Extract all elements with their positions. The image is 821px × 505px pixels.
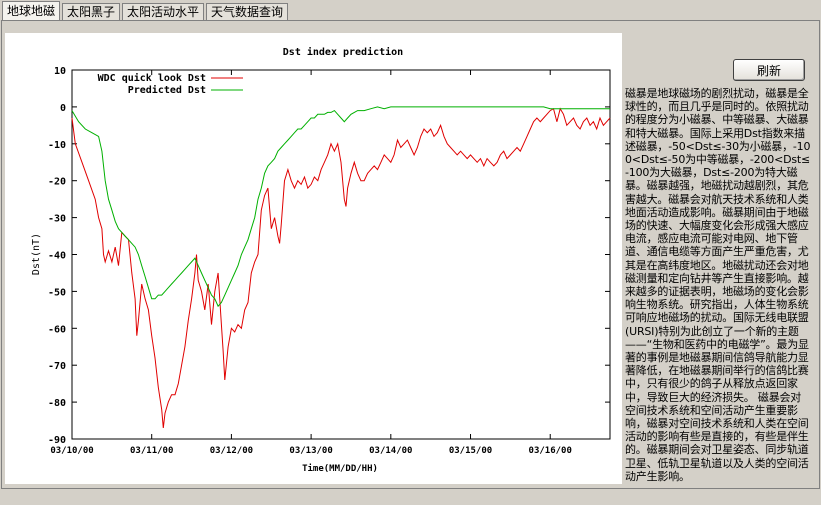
- chart-area: Dst index prediction 10 0 -10 -20 -30 -40 -50 -…: [5, 33, 622, 484]
- x-tick-label: 03/10/00: [50, 446, 93, 456]
- plot-frame: [71, 69, 611, 440]
- dst-chart: Dst index prediction 10 0 -10 -20 -30 -40 -50 -…: [31, 46, 611, 474]
- chart-title: Dst index prediction: [283, 46, 403, 58]
- y-tick-label: -10: [48, 140, 66, 151]
- x-axis-label: Time(MM/DD/HH): [302, 463, 378, 474]
- tab-bar: 地球地磁 太阳黑子 太阳活动水平 天气数据查询: [2, 1, 290, 21]
- tab-weather-query[interactable]: 天气数据查询: [206, 3, 289, 20]
- app-window: 地球地磁 太阳黑子 太阳活动水平 天气数据查询 Dst index predic…: [0, 0, 821, 490]
- y-axis-label: Dst(nT): [31, 233, 42, 275]
- y-tick-label: -20: [48, 177, 66, 188]
- y-tick-label: -70: [48, 361, 66, 372]
- x-tick-label: 03/15/00: [449, 446, 492, 456]
- y-tick-label: -60: [48, 324, 66, 335]
- series-line-0: [71, 107, 611, 428]
- y-tick-label: -30: [48, 214, 66, 225]
- legend-label-1: Predicted Dst: [128, 84, 206, 96]
- tab-sunspots[interactable]: 太阳黑子: [62, 3, 121, 20]
- y-tick-label: 10: [54, 66, 66, 77]
- legend-label-0: WDC quick look Dst: [98, 72, 206, 84]
- y-tick-label: -80: [48, 398, 66, 409]
- x-tick-label: 03/12/00: [210, 446, 253, 456]
- y-tick-label: -90: [48, 435, 66, 446]
- y-tick-label: -50: [48, 287, 66, 298]
- y-tick-label: -40: [48, 251, 66, 262]
- x-tick-label: 03/13/00: [289, 446, 332, 456]
- tab-panel: Dst index prediction 10 0 -10 -20 -30 -40 -50 -…: [1, 20, 820, 489]
- series-line-1: [71, 106, 610, 308]
- x-tick-label: 03/14/00: [369, 446, 412, 456]
- description-text: 磁暴是地球磁场的剧烈扰动，磁暴是全球性的，而且几乎是同时的。依照扰动的程度分为小…: [625, 87, 811, 483]
- x-tick-label: 03/16/00: [529, 446, 572, 456]
- x-tick-label: 03/11/00: [130, 446, 173, 456]
- tab-geomagnetic[interactable]: 地球地磁: [2, 1, 61, 20]
- y-tick-label: 0: [60, 103, 66, 114]
- tab-solar-activity[interactable]: 太阳活动水平: [122, 3, 205, 20]
- refresh-button[interactable]: 刷新: [733, 59, 805, 81]
